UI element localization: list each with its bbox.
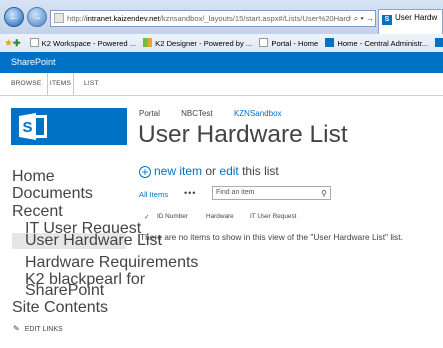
favorite-label: Portal - Home bbox=[271, 39, 319, 48]
select-all-checkmark-icon[interactable]: ✓ bbox=[144, 213, 149, 221]
url-prefix: http:// bbox=[67, 14, 86, 23]
nav-item-documents[interactable]: Documents bbox=[12, 185, 93, 203]
favorite-label: K2 Designer - Powered by ... bbox=[155, 39, 253, 48]
forward-arrow-icon[interactable]: → bbox=[27, 7, 47, 27]
back-arrow-icon[interactable]: ← bbox=[4, 7, 24, 27]
edit-links-button[interactable]: ✎ EDIT LINKS bbox=[13, 324, 63, 333]
favorite-label: K2 Workspace - Powered ... bbox=[41, 39, 137, 48]
page-title: User Hardware List bbox=[138, 121, 348, 148]
view-all-items[interactable]: All Items bbox=[139, 190, 168, 199]
browser-tab[interactable]: S User Hardw bbox=[378, 9, 443, 34]
sharepoint-logo-icon: S bbox=[19, 113, 47, 140]
search-input[interactable]: Find an item ⚲ bbox=[212, 186, 331, 200]
nav-item-site-contents[interactable]: Site Contents bbox=[12, 299, 108, 317]
address-bar[interactable]: http://intranet.kaizendev.net/kznsandbox… bbox=[50, 10, 376, 27]
favorite-k2-designer[interactable]: K2 Designer - Powered by ... bbox=[143, 35, 253, 52]
breadcrumb: Portal NBCTest KZNSandbox bbox=[139, 109, 301, 118]
breadcrumb-kznsandbox[interactable]: KZNSandbox bbox=[234, 109, 282, 118]
breadcrumb-portal[interactable]: Portal bbox=[139, 109, 160, 118]
k2-icon bbox=[29, 38, 39, 47]
nav-item-k2-blackpearl-line2[interactable]: SharePoint bbox=[25, 282, 104, 300]
tab-items[interactable]: ITEMS bbox=[47, 73, 74, 95]
tab-list[interactable]: LIST bbox=[84, 73, 99, 95]
svg-text:S: S bbox=[22, 119, 32, 136]
more-views-ellipsis-icon[interactable]: ••• bbox=[184, 188, 196, 198]
sharepoint-tab-icon: S bbox=[382, 15, 392, 25]
nav-item-user-hardware-list[interactable]: User Hardware List bbox=[12, 233, 162, 249]
sharepoint-icon bbox=[325, 38, 335, 47]
or-text: or bbox=[205, 164, 217, 178]
new-item-bar: + new item or edit this list bbox=[139, 164, 279, 178]
new-item-link[interactable]: new item bbox=[154, 164, 202, 178]
suite-bar: SharePoint bbox=[0, 52, 443, 73]
favorites-star-icon[interactable]: ★ bbox=[4, 38, 13, 49]
nav-item-home[interactable]: Home bbox=[12, 168, 55, 186]
suite-brand[interactable]: SharePoint bbox=[11, 57, 56, 67]
sharepoint-icon bbox=[435, 38, 443, 47]
page-favicon-icon bbox=[54, 13, 64, 23]
nav-item-hardware-requirements[interactable]: Hardware Requirements bbox=[25, 254, 198, 272]
this-list-text: this list bbox=[242, 164, 279, 178]
tab-title: User Hardw bbox=[395, 13, 438, 22]
tab-browse[interactable]: BROWSE bbox=[11, 73, 42, 95]
url-host: intranet.kaizendev.net bbox=[86, 14, 160, 23]
plus-circle-icon[interactable]: + bbox=[139, 166, 151, 178]
search-icon[interactable]: ⚲ bbox=[321, 188, 327, 200]
favorite-k2-workspace[interactable]: K2 Workspace - Powered ... bbox=[29, 35, 137, 52]
favorite-label: Home - Central Administr... bbox=[337, 39, 429, 48]
empty-list-message: There are no items to show in this view … bbox=[140, 232, 403, 242]
pencil-icon: ✎ bbox=[13, 324, 20, 333]
ribbon-tabs: BROWSE ITEMS LIST bbox=[0, 73, 443, 96]
column-hardware[interactable]: Hardware bbox=[206, 213, 234, 220]
portal-icon bbox=[259, 38, 269, 47]
favorite-cu[interactable]: Cu bbox=[435, 35, 443, 52]
browser-toolbar: ← → http://intranet.kaizendev.net/kznsan… bbox=[0, 0, 443, 35]
k2-designer-icon bbox=[143, 38, 153, 47]
nav-item-recent: Recent bbox=[12, 203, 63, 220]
url-path: /kznsandbox/_layouts/15/start.aspx#/List… bbox=[159, 14, 360, 23]
edit-links-label: EDIT LINKS bbox=[24, 326, 63, 333]
search-placeholder: Find an item bbox=[216, 189, 255, 196]
favorite-central-admin[interactable]: Home - Central Administr... bbox=[325, 35, 429, 52]
column-it-user-request[interactable]: IT User Request bbox=[250, 213, 296, 220]
column-id-number[interactable]: ID Number bbox=[157, 213, 188, 220]
address-tools[interactable]: ⌕ ▾ → bbox=[350, 11, 374, 26]
site-logo[interactable]: S bbox=[11, 108, 127, 145]
edit-list-link[interactable]: edit bbox=[219, 164, 238, 178]
view-selector: All Items ••• bbox=[139, 188, 195, 199]
breadcrumb-nbctest[interactable]: NBCTest bbox=[181, 109, 213, 118]
favorites-bar: ★✚ K2 Workspace - Powered ... K2 Designe… bbox=[0, 34, 443, 53]
favorite-portal-home[interactable]: Portal - Home bbox=[259, 35, 319, 52]
add-favorite-icon[interactable]: ✚ bbox=[13, 38, 21, 48]
